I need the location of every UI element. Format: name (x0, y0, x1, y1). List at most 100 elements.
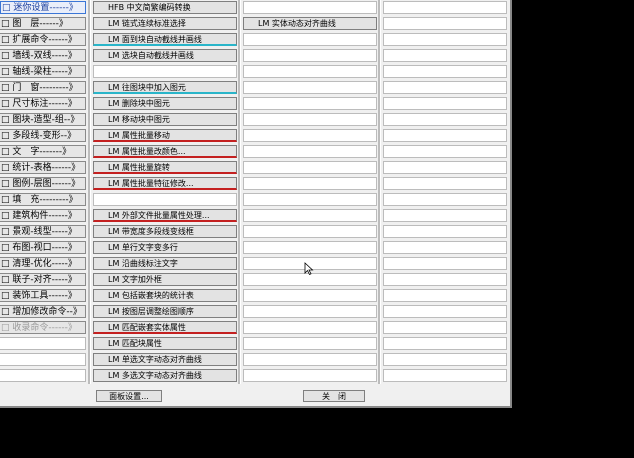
command-button[interactable]: LM 包括嵌套块的统计表 (93, 289, 237, 302)
category-button[interactable]: □ 统计-表格------》 (0, 161, 86, 174)
command-button[interactable]: LM 实体动态对齐曲线 (243, 17, 377, 30)
command-empty-slot (383, 129, 507, 142)
mouse-cursor-icon (304, 262, 314, 276)
category-button[interactable]: □ 景观-线型-----》 (0, 225, 86, 238)
command-button[interactable]: LM 链式连续标准选择 (93, 17, 237, 30)
category-button[interactable]: □ 图块-造型-组--》 (0, 113, 86, 126)
column-divider (88, 0, 91, 384)
category-button[interactable]: □ 填 充---------》 (0, 193, 86, 206)
command-empty-slot (243, 97, 377, 110)
command-empty-slot (243, 113, 377, 126)
command-empty-slot (243, 225, 377, 238)
command-empty-slot (243, 353, 377, 366)
category-button[interactable]: □ 图 层------》 (0, 17, 86, 30)
command-empty-slot (383, 337, 507, 350)
command-button[interactable]: LM 外部文件批量属性处理... (93, 209, 237, 222)
command-button[interactable]: LM 沿曲线标注文字 (93, 257, 237, 270)
command-empty-slot (243, 369, 377, 382)
command-empty-slot (383, 113, 507, 126)
command-empty-slot (383, 321, 507, 334)
command-empty-slot (243, 145, 377, 158)
command-button[interactable]: LM 选块自动截线并画线 (93, 49, 237, 62)
category-button[interactable]: □ 联子-对齐-----》 (0, 273, 86, 286)
command-button[interactable]: LM 属性批量移动 (93, 129, 237, 142)
command-panel: □ 迷你设置------》 □ 图 层------》 □ 扩展命令------》 □ … (0, 0, 512, 408)
category-button[interactable]: □ 轴线-梁柱-----》 (0, 65, 86, 78)
command-empty-slot (383, 65, 507, 78)
category-empty-slot (0, 337, 86, 350)
command-empty-slot (243, 33, 377, 46)
category-button[interactable]: □ 扩展命令------》 (0, 33, 86, 46)
category-button[interactable]: □ 清理-优化-----》 (0, 257, 86, 270)
command-button[interactable]: LM 移动块中图元 (93, 113, 237, 126)
command-empty-slot (383, 1, 507, 14)
category-button[interactable]: □ 多段线-变形--》 (0, 129, 86, 142)
command-empty-slot (243, 81, 377, 94)
category-empty-slot (0, 353, 86, 366)
command-button[interactable]: LM 带宽度多段线变线框 (93, 225, 237, 238)
category-button[interactable]: □ 文 字-------》 (0, 145, 86, 158)
column-divider (378, 0, 381, 384)
command-empty-slot (383, 161, 507, 174)
command-empty-slot (383, 257, 507, 270)
category-button[interactable]: □ 墙线-双线-----》 (0, 49, 86, 62)
panel-settings-button[interactable]: 面板设置... (96, 390, 162, 402)
close-button[interactable]: 关 闭 (303, 390, 365, 402)
command-empty-slot (243, 337, 377, 350)
category-button[interactable]: □ 门 窗---------》 (0, 81, 86, 94)
column-divider (238, 0, 241, 384)
command-button[interactable]: LM 属性批量特征修改... (93, 177, 237, 190)
command-button[interactable]: LM 匹配嵌套实体属性 (93, 321, 237, 334)
category-button[interactable]: □ 布图-视口-----》 (0, 241, 86, 254)
command-empty-slot (243, 177, 377, 190)
command-empty-slot (243, 241, 377, 254)
command-empty-slot (93, 65, 237, 78)
command-button[interactable]: LM 属性批量改颜色... (93, 145, 237, 158)
command-empty-slot (243, 129, 377, 142)
command-empty-slot (243, 305, 377, 318)
command-button[interactable]: LM 删除块中图元 (93, 97, 237, 110)
category-empty-slot (0, 369, 86, 382)
command-empty-slot (93, 193, 237, 206)
command-empty-slot (383, 49, 507, 62)
category-button[interactable]: □ 收录命令------》 (0, 321, 86, 334)
command-button[interactable]: LM 文字加外框 (93, 273, 237, 286)
command-button[interactable]: LM 匹配块属性 (93, 337, 237, 350)
command-button[interactable]: LM 单选文字动态对齐曲线 (93, 353, 237, 366)
command-button[interactable]: LM 多选文字动态对齐曲线 (93, 369, 237, 382)
command-empty-slot (243, 49, 377, 62)
command-empty-slot (383, 97, 507, 110)
category-button[interactable]: □ 图例-层图------》 (0, 177, 86, 190)
command-button[interactable]: LM 单行文字变多行 (93, 241, 237, 254)
category-button[interactable]: □ 迷你设置------》 (0, 1, 86, 14)
command-button[interactable]: LM 面到块自动截线并画线 (93, 33, 237, 46)
command-empty-slot (383, 33, 507, 46)
command-empty-slot (383, 289, 507, 302)
command-empty-slot (243, 65, 377, 78)
command-empty-slot (383, 305, 507, 318)
category-button[interactable]: □ 装饰工具------》 (0, 289, 86, 302)
command-empty-slot (243, 193, 377, 206)
command-button[interactable]: LM 按图层调整绘图顺序 (93, 305, 237, 318)
command-empty-slot (383, 209, 507, 222)
command-button[interactable]: LM 属性批量旋转 (93, 161, 237, 174)
command-empty-slot (243, 321, 377, 334)
command-empty-slot (383, 369, 507, 382)
command-empty-slot (243, 209, 377, 222)
command-empty-slot (243, 161, 377, 174)
command-empty-slot (383, 177, 507, 190)
category-button[interactable]: □ 建筑构件------》 (0, 209, 86, 222)
command-button[interactable]: HFB 中文简繁编码转换 (93, 1, 237, 14)
command-empty-slot (383, 81, 507, 94)
category-button[interactable]: □ 增加修改命令--》 (0, 305, 86, 318)
command-empty-slot (383, 273, 507, 286)
command-empty-slot (243, 1, 377, 14)
command-empty-slot (383, 353, 507, 366)
command-empty-slot (383, 193, 507, 206)
command-button[interactable]: LM 往图块中加入图元 (93, 81, 237, 94)
category-button[interactable]: □ 尺寸标注------》 (0, 97, 86, 110)
command-empty-slot (243, 289, 377, 302)
command-empty-slot (383, 241, 507, 254)
command-empty-slot (383, 145, 507, 158)
command-empty-slot (383, 17, 507, 30)
